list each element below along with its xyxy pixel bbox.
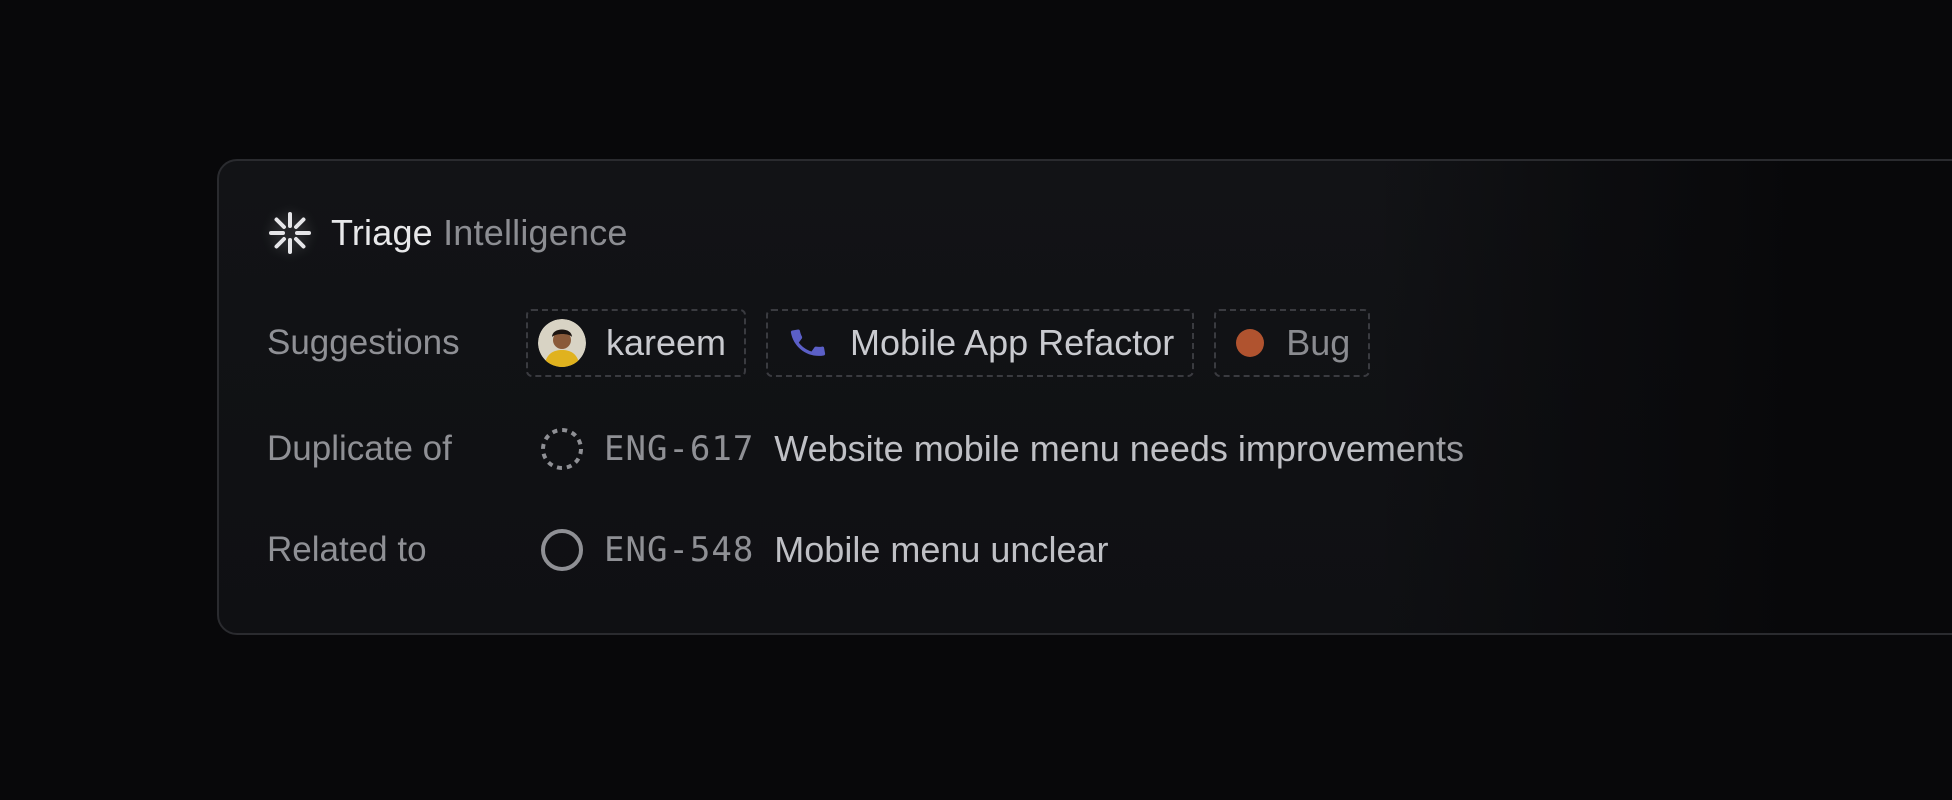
card-header: Triage Intelligence bbox=[267, 209, 628, 257]
assignee-name: kareem bbox=[606, 322, 727, 363]
card-title: Triage Intelligence bbox=[331, 212, 628, 254]
project-suggestion-chip[interactable]: Mobile App Refactor bbox=[766, 309, 1195, 377]
dot-icon bbox=[1236, 329, 1265, 357]
duplicate-issue-id: ENG-617 bbox=[604, 429, 755, 469]
label-name: Bug bbox=[1286, 322, 1351, 363]
project-name: Mobile App Refactor bbox=[850, 322, 1175, 363]
related-issue-title: Mobile menu unclear bbox=[774, 529, 1109, 570]
related-label: Related to bbox=[267, 530, 427, 569]
duplicate-label: Duplicate of bbox=[267, 429, 452, 468]
assignee-suggestion-chip[interactable]: kareem bbox=[526, 309, 747, 377]
todo-status-icon bbox=[540, 528, 584, 572]
label-suggestion-chip[interactable]: Bug bbox=[1214, 309, 1371, 377]
related-issue-id: ENG-548 bbox=[604, 530, 755, 570]
suggestions-row: Suggestions kareem Mobile App Refactor B… bbox=[267, 307, 1390, 379]
avatar bbox=[538, 319, 586, 367]
backlog-status-icon bbox=[540, 427, 584, 471]
duplicate-row[interactable]: Duplicate of ENG-617 Website mobile menu… bbox=[267, 413, 1464, 485]
triage-intelligence-card: Triage Intelligence Suggestions kareem M… bbox=[217, 159, 1952, 635]
card-title-main: Triage bbox=[331, 212, 444, 253]
right-fade-overlay bbox=[1375, 161, 1952, 633]
suggestions-label: Suggestions bbox=[267, 323, 460, 362]
card-title-accent: Intelligence bbox=[443, 212, 628, 253]
related-row[interactable]: Related to ENG-548 Mobile menu unclear bbox=[267, 514, 1108, 586]
duplicate-issue-title: Website mobile menu needs improvements bbox=[774, 428, 1464, 469]
phone-icon bbox=[788, 321, 828, 365]
sparkle-icon bbox=[267, 210, 313, 256]
